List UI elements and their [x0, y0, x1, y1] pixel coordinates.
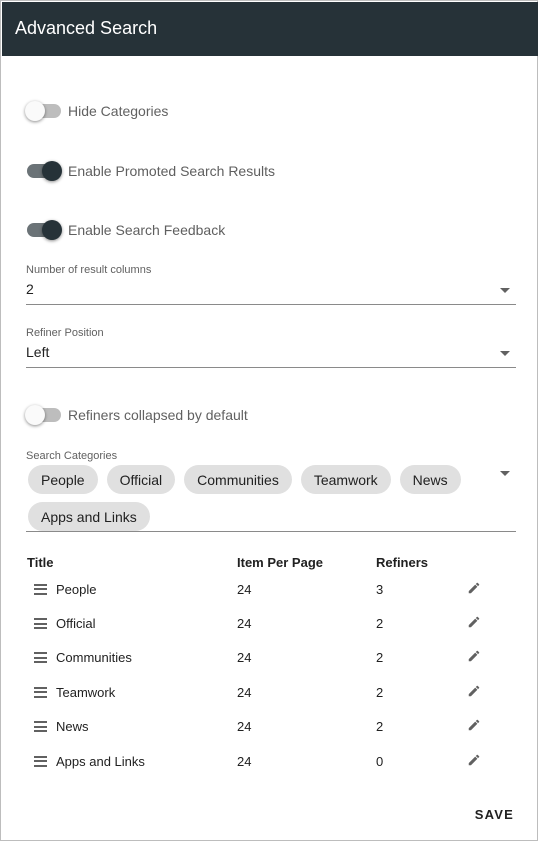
column-header-items: Item Per Page: [237, 555, 323, 570]
row-refiners: 2: [376, 650, 384, 666]
row-items-per-page: 24: [237, 581, 252, 597]
drag-handle-icon[interactable]: [34, 583, 47, 595]
row-title: Teamwork: [56, 684, 116, 700]
table-row: People 24 3: [27, 572, 497, 606]
column-header-title: Title: [27, 555, 54, 570]
pencil-icon[interactable]: [467, 581, 481, 598]
row-items-per-page: 24: [237, 684, 252, 700]
table-row: Official 24 2: [27, 606, 497, 640]
drag-handle-icon[interactable]: [34, 686, 47, 698]
category-chip[interactable]: Official: [106, 465, 176, 494]
search-feedback-row: Enable Search Feedback: [25, 218, 225, 242]
pencil-icon[interactable]: [467, 649, 481, 666]
row-items-per-page: 24: [237, 650, 252, 666]
drag-handle-icon[interactable]: [34, 618, 47, 630]
advanced-search-dialog: Advanced Search Hide Categories Enable P…: [0, 0, 538, 841]
category-chip[interactable]: Apps and Links: [28, 502, 150, 531]
refiners-collapsed-label: Refiners collapsed by default: [68, 407, 248, 423]
row-refiners: 3: [376, 581, 384, 597]
category-chip[interactable]: People: [28, 465, 98, 494]
table-row: Apps and Links 24 0: [27, 744, 497, 778]
row-refiners: 0: [376, 753, 384, 769]
hide-categories-label: Hide Categories: [68, 103, 169, 119]
drag-handle-icon[interactable]: [34, 652, 47, 664]
row-refiners: 2: [376, 616, 384, 632]
category-chip[interactable]: Teamwork: [300, 465, 391, 494]
refiners-collapsed-row: Refiners collapsed by default: [25, 403, 248, 427]
caret-down-icon[interactable]: [500, 471, 510, 476]
row-title: Communities: [56, 650, 132, 666]
dialog-title: Advanced Search: [15, 18, 158, 38]
caret-down-icon[interactable]: [500, 351, 510, 356]
category-chip[interactable]: News: [399, 465, 461, 494]
result-columns-label: Number of result columns: [26, 264, 152, 276]
row-items-per-page: 24: [237, 719, 252, 735]
search-feedback-label: Enable Search Feedback: [68, 222, 226, 238]
pencil-icon[interactable]: [467, 684, 481, 701]
row-title: Apps and Links: [56, 753, 145, 769]
row-title: People: [56, 581, 97, 597]
row-refiners: 2: [376, 719, 384, 735]
save-button[interactable]: SAVE: [475, 807, 514, 822]
refiner-position-value: Left: [26, 344, 50, 360]
refiners-collapsed-toggle[interactable]: [25, 405, 61, 425]
refiner-position-label: Refiner Position: [26, 327, 104, 339]
refiner-position-select[interactable]: Refiner Position Left: [26, 327, 516, 368]
row-title: Official: [56, 616, 96, 632]
search-feedback-toggle[interactable]: [25, 220, 62, 240]
drag-handle-icon[interactable]: [34, 721, 47, 733]
pencil-icon[interactable]: [467, 615, 481, 632]
category-chips: People Official Communities Teamwork New…: [28, 465, 473, 531]
hide-categories-toggle[interactable]: [25, 101, 61, 121]
table-row: News 24 2: [27, 710, 497, 744]
dialog-header: Advanced Search: [2, 2, 538, 56]
row-items-per-page: 24: [237, 616, 252, 632]
pencil-icon[interactable]: [467, 753, 481, 770]
result-columns-select[interactable]: Number of result columns 2: [26, 264, 516, 305]
caret-down-icon[interactable]: [500, 288, 510, 293]
table-row: Communities 24 2: [27, 641, 497, 675]
category-chip[interactable]: Communities: [184, 465, 292, 494]
table-row: Teamwork 24 2: [27, 675, 497, 709]
table-header-row: Title Item Per Page Refiners: [27, 553, 497, 572]
promoted-results-row: Enable Promoted Search Results: [25, 159, 275, 183]
promoted-results-label: Enable Promoted Search Results: [68, 163, 275, 179]
row-title: News: [56, 719, 89, 735]
row-items-per-page: 24: [237, 753, 252, 769]
drag-handle-icon[interactable]: [34, 755, 47, 767]
column-header-refiners: Refiners: [376, 555, 429, 570]
row-refiners: 2: [376, 684, 384, 700]
promoted-results-toggle[interactable]: [25, 161, 62, 181]
categories-table: Title Item Per Page Refiners People 24 3 Of…: [27, 553, 497, 778]
hide-categories-row: Hide Categories: [25, 99, 168, 123]
pencil-icon[interactable]: [467, 718, 481, 735]
result-columns-value: 2: [26, 281, 34, 297]
search-categories-label: Search Categories: [26, 450, 118, 462]
